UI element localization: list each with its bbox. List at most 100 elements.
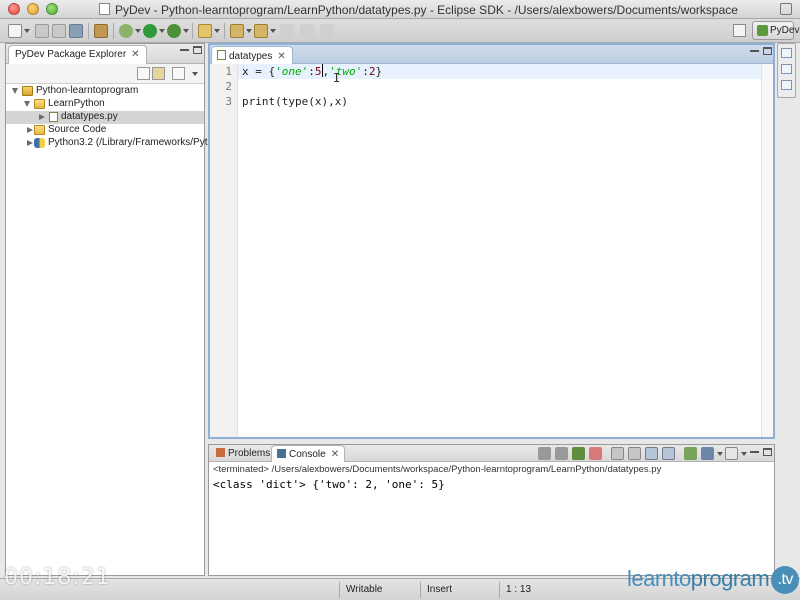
- toolbar-separator: [88, 23, 89, 39]
- code-line-3[interactable]: print(type(x),x): [238, 94, 761, 109]
- number-literal: 2: [368, 65, 376, 78]
- perspective-label: PyDev: [770, 25, 800, 36]
- minimize-icon[interactable]: [750, 50, 759, 52]
- run-icon[interactable]: [143, 24, 157, 38]
- restore-icon[interactable]: [781, 48, 792, 58]
- open-type-icon[interactable]: [94, 24, 108, 38]
- edit-dropdown-arrow[interactable]: [214, 29, 220, 33]
- folder-icon: [34, 99, 45, 109]
- python-file-icon: [49, 112, 58, 122]
- window-zoom-button[interactable]: [46, 3, 58, 15]
- remove-all-terminated-icon[interactable]: [572, 447, 585, 460]
- console-panel: Problems Console ✕ <terminated> /Users/al…: [208, 444, 775, 576]
- close-icon[interactable]: ✕: [277, 51, 285, 62]
- window-title: PyDev - Python-learntoprogram/LearnPytho…: [115, 3, 738, 17]
- tab-datatypes[interactable]: datatypes ✕: [211, 46, 293, 64]
- view-menu-dropdown-arrow[interactable]: [192, 72, 198, 76]
- maximize-icon[interactable]: [763, 47, 772, 55]
- debug-icon[interactable]: [119, 24, 133, 38]
- pin-console-icon[interactable]: [684, 447, 697, 460]
- perspective-switcher[interactable]: PyDev: [752, 21, 799, 40]
- run-dropdown-arrow[interactable]: [159, 29, 165, 33]
- next-annotation-dropdown-arrow[interactable]: [246, 29, 252, 33]
- problems-icon: [216, 448, 225, 457]
- open-console-dropdown-arrow[interactable]: [741, 452, 747, 456]
- debug-dropdown-arrow[interactable]: [135, 29, 141, 33]
- terminate-icon[interactable]: [538, 447, 551, 460]
- show-on-error-icon[interactable]: [662, 447, 675, 460]
- console-output[interactable]: <class 'dict'> {'two': 2, 'one': 5}: [213, 478, 445, 491]
- new-dropdown-arrow[interactable]: [24, 29, 30, 33]
- link-with-editor-icon[interactable]: [152, 67, 165, 80]
- save-icon[interactable]: [35, 24, 49, 38]
- outline-icon[interactable]: [781, 64, 792, 74]
- hierarchy-icon[interactable]: [781, 80, 792, 90]
- tree-label-folder: LearnPython: [48, 98, 105, 109]
- scroll-lock-icon[interactable]: [611, 447, 624, 460]
- expand-toggle-icon[interactable]: [12, 88, 18, 94]
- window-close-button[interactable]: [8, 3, 20, 15]
- console-tabbar: Problems Console ✕: [209, 445, 774, 462]
- open-console-icon[interactable]: [725, 447, 738, 460]
- print-icon[interactable]: [69, 24, 83, 38]
- code-line-1[interactable]: x = {'one':5,'two':2}: [238, 64, 761, 79]
- code-line-2[interactable]: [238, 79, 761, 94]
- external-tools-icon[interactable]: [167, 24, 181, 38]
- package-explorer-tab-label: PyDev Package Explorer: [15, 49, 127, 60]
- python-file-icon: [217, 50, 226, 60]
- tree-label-source-code: Source Code: [48, 124, 107, 135]
- close-icon[interactable]: ✕: [331, 449, 339, 460]
- expand-toggle-icon[interactable]: [27, 127, 33, 133]
- tab-console[interactable]: Console ✕: [271, 445, 346, 462]
- tree-item-interpreter[interactable]: Python3.2 (/Library/Frameworks/Pyt: [6, 137, 208, 150]
- back-icon[interactable]: [280, 24, 294, 38]
- previous-annotation-icon[interactable]: [254, 24, 268, 38]
- display-console-dropdown-arrow[interactable]: [717, 452, 723, 456]
- maximize-icon[interactable]: [763, 448, 772, 456]
- overview-ruler[interactable]: [761, 64, 773, 437]
- explorer-toolbar: [6, 64, 204, 84]
- tree-item-source-code[interactable]: Source Code: [6, 124, 204, 137]
- tab-package-explorer[interactable]: PyDev Package Explorer ✕: [8, 45, 147, 64]
- last-edit-icon[interactable]: [320, 24, 334, 38]
- code-token: }: [375, 65, 383, 78]
- collapse-all-icon[interactable]: [137, 67, 150, 80]
- show-on-output-icon[interactable]: [645, 447, 658, 460]
- tab-problems[interactable]: Problems: [211, 445, 275, 462]
- display-console-icon[interactable]: [701, 447, 714, 460]
- view-menu-icon[interactable]: [172, 67, 185, 80]
- minimize-icon[interactable]: [750, 451, 759, 453]
- open-perspective-icon[interactable]: [733, 24, 746, 37]
- minimize-icon[interactable]: [180, 49, 189, 51]
- word-wrap-icon[interactable]: [628, 447, 641, 460]
- expand-toggle-icon[interactable]: [27, 140, 33, 146]
- tree-item-folder[interactable]: LearnPython: [6, 98, 204, 111]
- tree-item-project[interactable]: Python-learntoprogram: [6, 85, 204, 98]
- expand-toggle-icon[interactable]: [39, 114, 45, 120]
- brand-text-program: program: [690, 566, 770, 591]
- number-literal: 5: [314, 65, 322, 78]
- package-explorer-panel: PyDev Package Explorer ✕ Python-learntopr…: [5, 43, 208, 576]
- close-icon[interactable]: ✕: [131, 49, 139, 60]
- code-token: :: [308, 65, 315, 78]
- previous-annotation-dropdown-arrow[interactable]: [270, 29, 276, 33]
- next-annotation-icon[interactable]: [230, 24, 244, 38]
- expand-toggle-icon[interactable]: [24, 101, 30, 107]
- maximize-icon[interactable]: [193, 46, 202, 54]
- clear-console-icon[interactable]: [589, 447, 602, 460]
- line-number-gutter: 1 2 3: [210, 64, 238, 437]
- explorer-tabbar: PyDev Package Explorer ✕: [6, 44, 204, 64]
- python-project-icon: [22, 86, 33, 96]
- tree-item-file[interactable]: datatypes.py: [6, 111, 204, 124]
- code-text-area[interactable]: x = {'one':5,'two':2} print(type(x),x) I: [238, 64, 761, 437]
- remove-launch-icon[interactable]: [555, 447, 568, 460]
- save-all-icon[interactable]: [52, 24, 66, 38]
- edit-icon[interactable]: [198, 24, 212, 38]
- main-toolbar: PyDev: [0, 19, 800, 43]
- window-minimize-button[interactable]: [27, 3, 39, 15]
- tree-label-interpreter: Python3.2 (/Library/Frameworks/Pyt: [48, 137, 208, 148]
- fullscreen-icon[interactable]: [780, 3, 792, 15]
- new-icon[interactable]: [8, 24, 22, 38]
- forward-icon[interactable]: [300, 24, 314, 38]
- external-tools-dropdown-arrow[interactable]: [183, 29, 189, 33]
